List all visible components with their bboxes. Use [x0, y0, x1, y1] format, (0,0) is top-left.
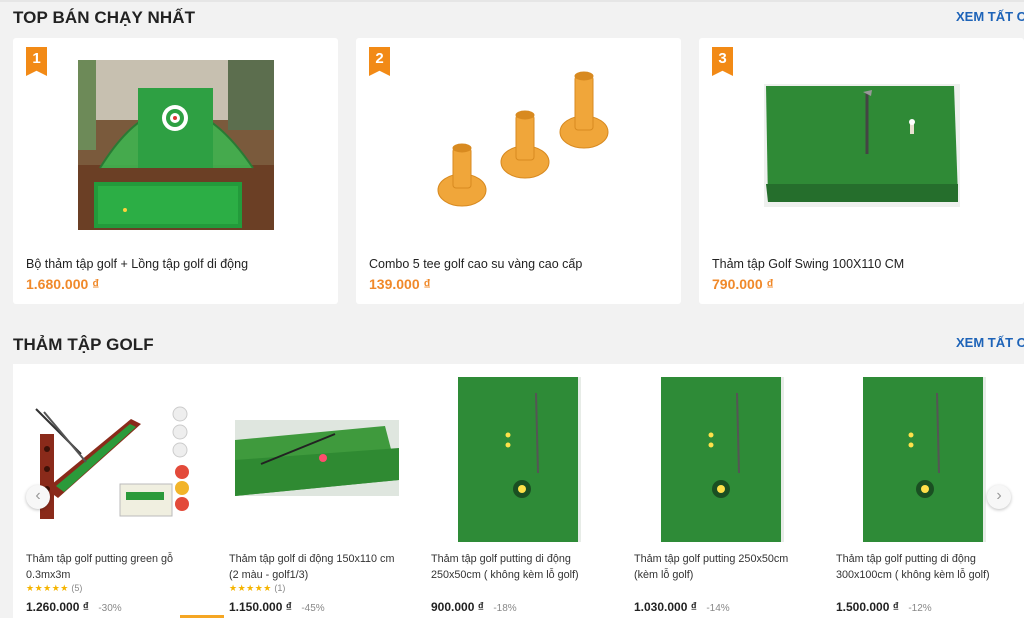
- product-name[interactable]: Thảm tập golf putting di động 250x50cm (…: [431, 551, 606, 583]
- price-row: 900.000 ₫ -18%: [431, 598, 517, 616]
- discount-badge: -12%: [908, 603, 932, 614]
- product-name[interactable]: Bộ thảm tập golf + Lồng tập golf di động: [26, 257, 248, 271]
- top-see-all-link[interactable]: XEM TẤT CẢ: [956, 9, 1024, 24]
- top-product-card-1[interactable]: 1 Bộ thảm tập golf + Lồng tập golf di độ…: [13, 38, 338, 304]
- rank-badge: 2: [369, 47, 390, 76]
- discount-badge: -18%: [493, 603, 517, 614]
- product-card-3[interactable]: Thảm tập golf putting di động 250x50cm (…: [418, 364, 614, 618]
- discount-badge: -30%: [98, 603, 122, 614]
- stars-icon: ★★★★★: [229, 583, 272, 593]
- price-row: 1.500.000 ₫ -12%: [836, 598, 932, 616]
- stars-icon: ★★★★★: [26, 583, 69, 593]
- top-divider: [0, 0, 1024, 2]
- top-product-card-3[interactable]: 3 Thảm tập Golf Swing 100X110 CM 790.000…: [699, 38, 1024, 304]
- product-name[interactable]: Thảm tập golf putting 250x50cm (kèm lỗ g…: [634, 551, 809, 583]
- carousel-next-button[interactable]: ›: [987, 485, 1011, 509]
- mat-section-title: THẢM TẬP GOLF: [13, 335, 154, 354]
- product-image[interactable]: [764, 84, 960, 207]
- rating: ★★★★★ (1): [229, 583, 285, 594]
- product-name[interactable]: Thảm tập golf putting di động 300x100cm …: [836, 551, 1011, 583]
- price-row: 1.030.000 ₫ -14%: [634, 598, 730, 616]
- review-count: (5): [71, 583, 83, 593]
- product-card-2[interactable]: Thảm tập golf di động 150x110 cm (2 màu …: [216, 364, 412, 618]
- product-name[interactable]: Thảm tập Golf Swing 100X110 CM: [712, 257, 904, 271]
- product-price: 1.680.000 ₫: [26, 276, 100, 292]
- rank-badge: 1: [26, 47, 47, 76]
- product-carousel: Thảm tập golf putting green gỗ 0.3mx3m ★…: [13, 364, 1024, 618]
- product-image[interactable]: [458, 377, 581, 542]
- product-image[interactable]: [78, 60, 274, 230]
- price-row: 1.260.000 ₫ -30%: [26, 598, 122, 616]
- product-price: 1.030.000 ₫: [634, 600, 697, 614]
- discount-badge: -45%: [301, 603, 325, 614]
- product-image[interactable]: [863, 377, 986, 542]
- product-price: 900.000 ₫: [431, 600, 484, 614]
- rank-badge: 3: [712, 47, 733, 76]
- carousel-prev-button[interactable]: ‹: [26, 485, 50, 509]
- product-price: 790.000 ₫: [712, 276, 774, 292]
- product-name[interactable]: Thảm tập golf di động 150x110 cm (2 màu …: [229, 551, 404, 583]
- product-card-4[interactable]: Thảm tập golf putting 250x50cm (kèm lỗ g…: [621, 364, 817, 618]
- product-image[interactable]: [661, 377, 784, 542]
- discount-badge: -14%: [706, 603, 730, 614]
- product-image[interactable]: [26, 394, 196, 524]
- top-product-card-2[interactable]: 2 Combo 5 tee golf cao su vàng cao cấp 1…: [356, 38, 681, 304]
- product-name[interactable]: Thảm tập golf putting green gỗ 0.3mx3m: [26, 551, 201, 583]
- top-section-title: TOP BÁN CHẠY NHẤT: [13, 8, 196, 27]
- product-image[interactable]: [421, 60, 617, 230]
- rating: ★★★★★ (5): [26, 583, 82, 594]
- product-price: 1.150.000 ₫: [229, 600, 292, 614]
- review-count: (1): [274, 583, 286, 593]
- product-name[interactable]: Combo 5 tee golf cao su vàng cao cấp: [369, 257, 582, 271]
- price-row: 1.150.000 ₫ -45%: [229, 598, 325, 616]
- mat-see-all-link[interactable]: XEM TẤT CẢ: [956, 335, 1024, 350]
- product-price: 1.260.000 ₫: [26, 600, 89, 614]
- product-price: 139.000 ₫: [369, 276, 431, 292]
- product-price: 1.500.000 ₫: [836, 600, 899, 614]
- product-image[interactable]: [235, 420, 399, 496]
